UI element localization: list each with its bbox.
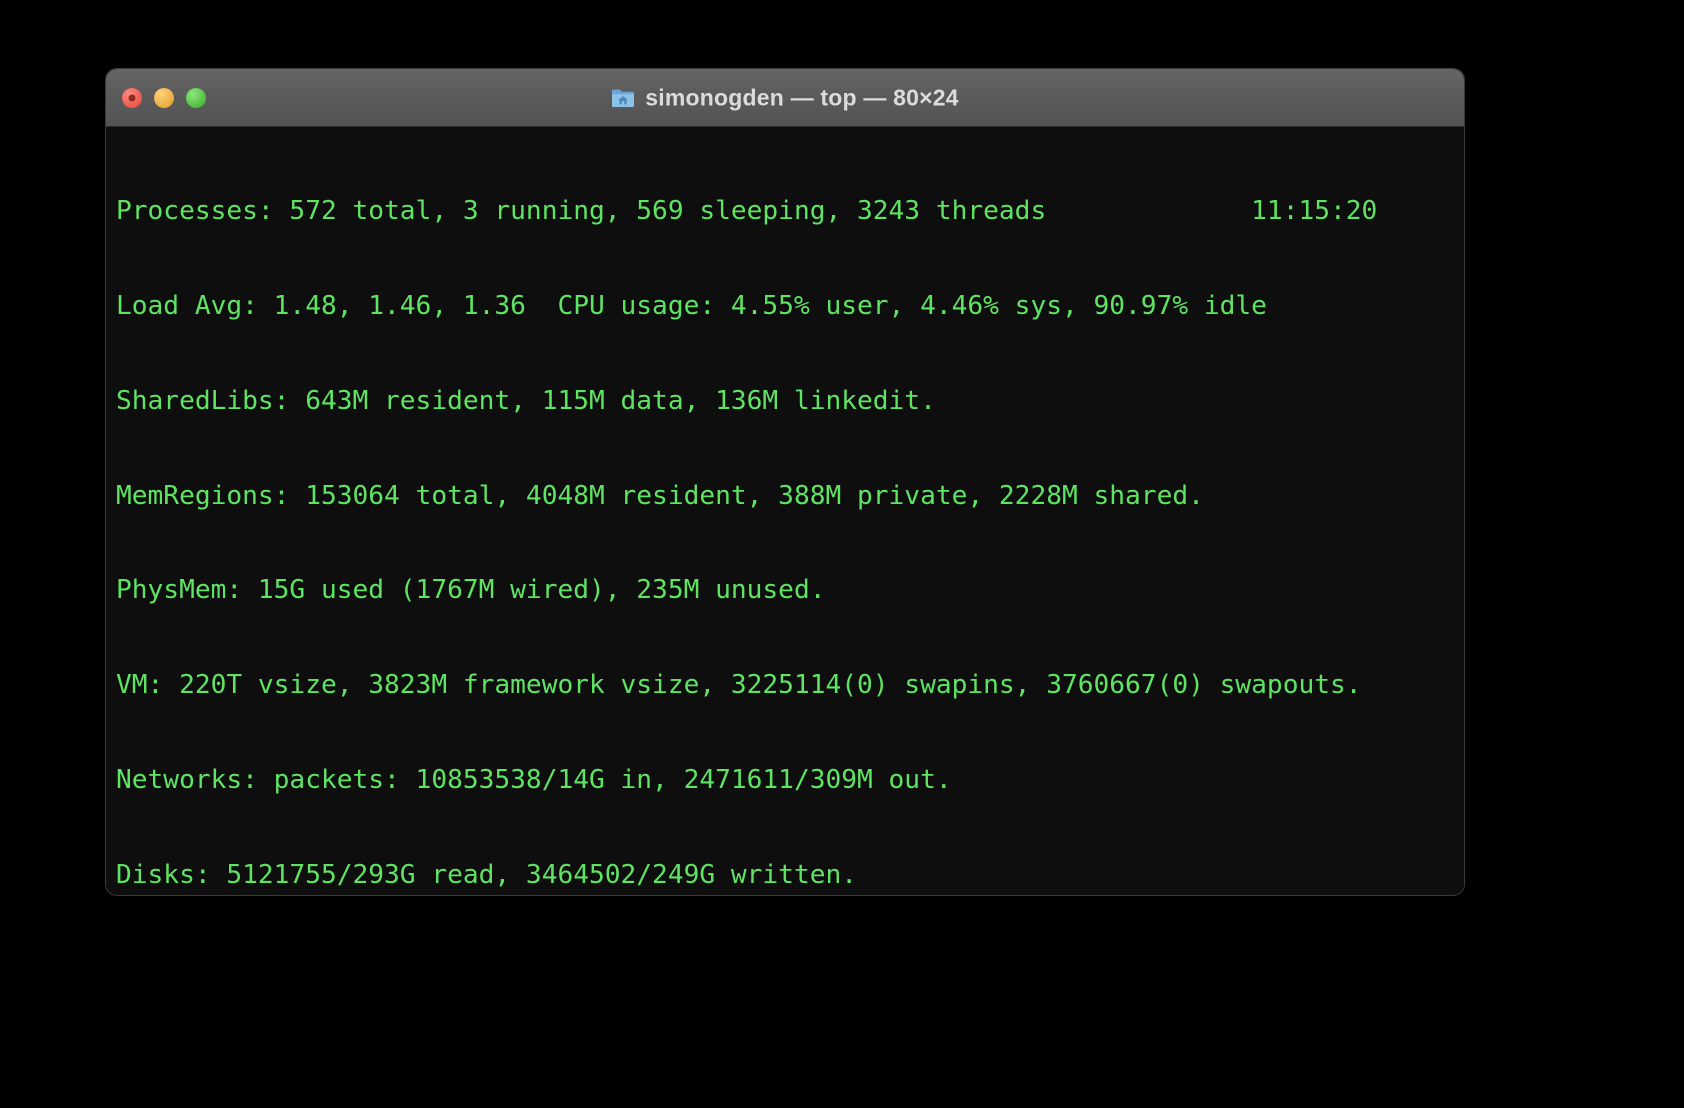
minimize-window-button[interactable] [154,87,174,108]
top-physmem-line: PhysMem: 15G used (1767M wired), 235M un… [116,575,826,606]
top-networks-line: Networks: packets: 10853538/14G in, 2471… [116,764,952,795]
top-vm-line: VM: 220T vsize, 3823M framework vsize, 3… [116,670,1362,701]
top-loadavg-line: Load Avg: 1.48, 1.46, 1.36 CPU usage: 4.… [116,290,1267,321]
traffic-light-group [122,87,206,108]
terminal-body[interactable]: Processes: 572 total, 3 running, 569 sle… [106,127,1464,895]
screen: simonogden — top — 80×24 Processes: 572 … [0,0,1684,1108]
window-title-group: simonogden — top — 80×24 [106,84,1464,111]
terminal-text: Processes: 572 total, 3 running, 569 sle… [106,133,1464,895]
top-sharedlibs-line: SharedLibs: 643M resident, 115M data, 13… [116,385,936,416]
home-folder-icon [611,87,635,108]
top-memregions-line: MemRegions: 153064 total, 4048M resident… [116,480,1204,511]
processes-summary: Processes: 572 total, 3 running, 569 sle… [116,196,1378,227]
top-processes-line: Processes: 572 total, 3 running, 569 sle… [116,196,1464,228]
window-title: simonogden — top — 80×24 [645,84,959,110]
window-titlebar[interactable]: simonogden — top — 80×24 [106,69,1464,127]
top-disks-line: Disks: 5121755/293G read, 3464502/249G w… [116,859,858,890]
zoom-window-button[interactable] [186,87,206,108]
terminal-window[interactable]: simonogden — top — 80×24 Processes: 572 … [105,68,1465,896]
close-window-button[interactable] [122,87,142,108]
